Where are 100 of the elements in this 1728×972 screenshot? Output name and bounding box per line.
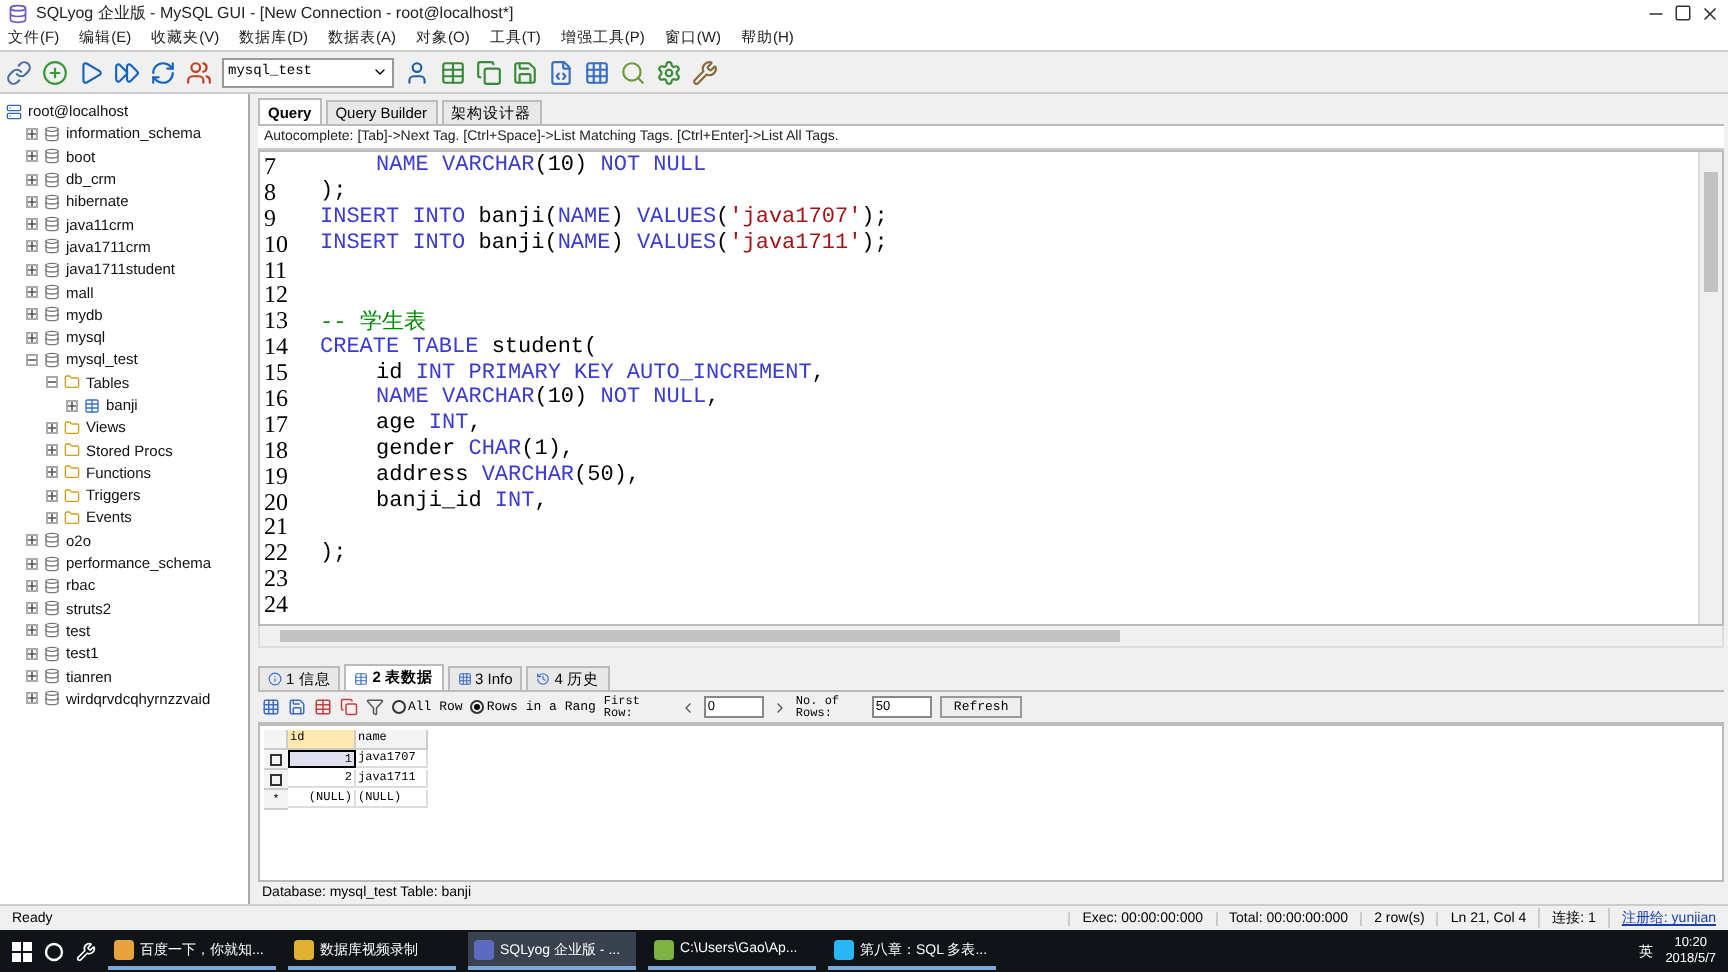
db-icon xyxy=(44,690,60,707)
expand-icon[interactable] xyxy=(26,173,38,186)
expand-icon[interactable] xyxy=(66,399,78,411)
tools-icon[interactable] xyxy=(76,941,96,961)
db-icon xyxy=(44,577,60,594)
expand-icon[interactable] xyxy=(26,127,38,140)
scrollbar-thumb[interactable] xyxy=(280,630,1120,642)
tab-icon xyxy=(457,672,472,686)
db-icon xyxy=(44,284,60,301)
db-icon xyxy=(44,216,60,233)
server-icon xyxy=(6,103,22,120)
grid-icon[interactable] xyxy=(262,698,280,716)
code-line: INSERT INTO banji(NAME) VALUES('java1711'); xyxy=(320,232,888,257)
app-icon xyxy=(294,939,314,959)
code-line: banji_id INT, xyxy=(374,490,548,515)
db-icon xyxy=(44,148,60,165)
tab-icon xyxy=(354,671,369,685)
line-number: 17 xyxy=(262,409,290,440)
app-icon xyxy=(834,939,854,959)
table-icon[interactable] xyxy=(314,698,332,716)
line-number: 9 xyxy=(262,203,278,234)
code-line: INSERT INTO banji(NAME) VALUES('java1707'); xyxy=(320,206,888,231)
line-number: 10 xyxy=(262,229,290,260)
expand-icon[interactable] xyxy=(46,489,58,502)
refresh-icon[interactable] xyxy=(150,59,176,85)
expand-icon[interactable] xyxy=(26,286,38,299)
collapse-icon[interactable] xyxy=(26,353,38,366)
code-line: gender CHAR(1), xyxy=(374,438,575,463)
db-icon xyxy=(44,306,60,323)
db-icon xyxy=(44,668,60,685)
row-checkbox[interactable] xyxy=(270,753,282,765)
search-icon[interactable] xyxy=(44,941,64,961)
line-number: 21 xyxy=(262,512,290,543)
tab-icon xyxy=(268,672,282,686)
app-icon xyxy=(114,939,134,959)
expand-icon[interactable] xyxy=(26,579,38,592)
wrench-icon[interactable] xyxy=(692,59,718,85)
code-line: ); xyxy=(320,541,347,566)
expand-icon[interactable] xyxy=(26,150,38,163)
expand-icon[interactable] xyxy=(26,195,38,208)
settings-icon[interactable] xyxy=(656,59,682,85)
expand-icon[interactable] xyxy=(26,602,38,615)
expand-icon[interactable] xyxy=(26,263,38,276)
expand-icon[interactable] xyxy=(26,647,38,660)
line-number: 24 xyxy=(262,590,290,621)
expand-icon[interactable] xyxy=(46,466,58,479)
expand-icon[interactable] xyxy=(26,218,38,231)
play-icon[interactable] xyxy=(78,59,104,85)
expand-icon[interactable] xyxy=(46,511,58,524)
app-logo-icon xyxy=(8,3,28,23)
expand-icon[interactable] xyxy=(26,331,38,344)
collapse-icon[interactable] xyxy=(46,376,58,389)
line-number: 19 xyxy=(262,461,290,492)
close-icon[interactable] xyxy=(1700,3,1720,23)
fast-forward-icon[interactable] xyxy=(114,59,140,85)
db-icon xyxy=(44,532,60,549)
expand-icon[interactable] xyxy=(26,240,38,253)
copy-icon[interactable] xyxy=(340,698,358,716)
users-icon[interactable] xyxy=(186,59,212,85)
expand-icon[interactable] xyxy=(26,670,38,683)
row-checkbox[interactable] xyxy=(270,773,282,785)
line-number: 15 xyxy=(262,358,290,389)
expand-icon[interactable] xyxy=(46,444,58,457)
code-line: NAME VARCHAR(10) NOT NULL, xyxy=(374,386,720,411)
expand-icon[interactable] xyxy=(26,557,38,570)
table-icon[interactable] xyxy=(440,59,466,85)
db-icon xyxy=(44,645,60,662)
folder-icon xyxy=(64,464,80,481)
line-number: 16 xyxy=(262,383,290,414)
windows-start-icon[interactable] xyxy=(12,941,32,961)
scrollbar-thumb[interactable] xyxy=(1704,172,1718,292)
db-icon xyxy=(44,125,60,142)
expand-icon[interactable] xyxy=(26,534,38,547)
connect-icon[interactable] xyxy=(6,59,32,85)
code-line: CREATE TABLE student( xyxy=(320,335,598,360)
tab-icon xyxy=(536,672,551,686)
code-line: ); xyxy=(320,180,347,205)
db-icon xyxy=(44,238,60,255)
expand-icon[interactable] xyxy=(26,308,38,321)
code-icon[interactable] xyxy=(548,59,574,85)
db-icon xyxy=(44,600,60,617)
filter-icon[interactable] xyxy=(366,698,384,716)
expand-icon[interactable] xyxy=(26,624,38,637)
add-icon[interactable] xyxy=(42,59,68,85)
db-icon xyxy=(44,193,60,210)
line-number: 12 xyxy=(262,280,290,311)
line-number: 7 xyxy=(262,152,278,182)
code-line: age INT, xyxy=(374,412,482,437)
save-icon[interactable] xyxy=(288,698,306,716)
line-number: 20 xyxy=(262,487,290,518)
db-icon xyxy=(44,329,60,346)
user-icon[interactable] xyxy=(404,59,430,85)
save-icon[interactable] xyxy=(512,59,538,85)
line-number: 13 xyxy=(262,306,290,337)
maximize-icon[interactable] xyxy=(1674,4,1692,22)
copy-icon[interactable] xyxy=(476,59,502,85)
expand-icon[interactable] xyxy=(46,421,58,434)
grid-icon[interactable] xyxy=(584,59,610,85)
db-icon xyxy=(44,261,60,278)
expand-icon[interactable] xyxy=(26,692,38,705)
